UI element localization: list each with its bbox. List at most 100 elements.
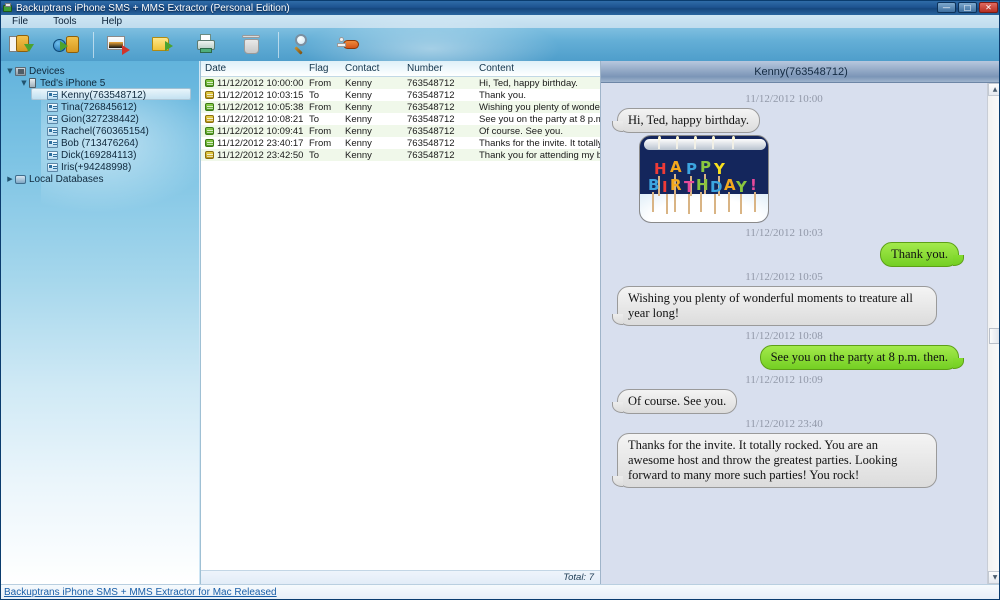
table-row[interactable]: 11/12/2012 10:09:41FromKenny763548712Of … — [201, 125, 600, 137]
table-row[interactable]: 11/12/2012 10:03:15ToKenny763548712Thank… — [201, 89, 600, 101]
outgoing-message-bubble[interactable]: Thank you. — [880, 242, 959, 267]
column-header-content[interactable]: Content — [475, 63, 600, 74]
contact-card-icon — [47, 127, 58, 136]
tree-item-label: Dick(169284113) — [61, 150, 136, 161]
cell-date: 11/12/2012 23:42:50 — [201, 150, 305, 161]
cell-contact: Kenny — [341, 150, 403, 161]
tree-item-label: Gion(327238442) — [61, 114, 139, 125]
local-database-icon — [15, 175, 26, 184]
incoming-message-bubble[interactable]: Hi, Ted, happy birthday. — [617, 108, 760, 133]
tree-item[interactable]: Bob (713476264) — [1, 137, 199, 149]
tree-item[interactable]: Gion(327238442) — [1, 113, 199, 125]
tree-item-label: Iris(+94248998) — [61, 162, 131, 173]
outgoing-message-bubble[interactable]: See you on the party at 8 p.m. then. — [760, 345, 959, 370]
key-tag-icon — [333, 32, 365, 58]
conversation-body[interactable]: 11/12/2012 10:00 Hi, Ted, happy birthday.… — [601, 83, 1000, 584]
incoming-message-bubble[interactable]: Of course. See you. — [617, 389, 737, 414]
close-button[interactable]: ✕ — [979, 2, 998, 13]
tree-item[interactable]: ▼Ted's iPhone 5 — [1, 77, 199, 89]
cell-flag: From — [305, 102, 341, 113]
cake-letter: Y — [714, 162, 725, 177]
scrollbar-thumb[interactable] — [989, 328, 1000, 344]
cake-frosting — [640, 194, 769, 222]
cake-letter: H — [654, 162, 667, 177]
table-row[interactable]: 11/12/2012 10:00:00FromKenny763548712Hi,… — [201, 77, 600, 89]
conversation-header: Kenny(763548712) — [601, 61, 1000, 83]
tree-item[interactable]: Tina(726845612) — [1, 101, 199, 113]
message-timestamp: 11/12/2012 10:05 — [609, 271, 985, 283]
cell-flag: To — [305, 150, 341, 161]
menu-item-help[interactable]: Help — [98, 16, 125, 27]
toolbar — [1, 28, 999, 61]
message-row: See you on the party at 8 p.m. then. — [609, 345, 985, 370]
expander-icon[interactable]: ▼ — [19, 79, 29, 87]
maximize-button[interactable]: □ — [958, 2, 977, 13]
table-row[interactable]: 11/12/2012 23:40:17FromKenny763548712Tha… — [201, 137, 600, 149]
app-database-icon — [3, 3, 13, 13]
close-icon: ✕ — [980, 3, 997, 12]
menu-item-tools[interactable]: Tools — [50, 16, 79, 27]
cell-flag: To — [305, 90, 341, 101]
cell-contact: Kenny — [341, 126, 403, 137]
minimize-button[interactable]: — — [937, 2, 956, 13]
message-row: Hi, Ted, happy birthday. — [609, 108, 985, 133]
column-header-number[interactable]: Number — [403, 63, 475, 74]
table-row[interactable]: 11/12/2012 10:05:38FromKenny763548712Wis… — [201, 101, 600, 113]
cell-content: Thank you for attending my birthday p... — [475, 150, 600, 161]
tree-item[interactable]: ▼Devices — [1, 65, 199, 77]
window-controls: — □ ✕ — [937, 2, 998, 13]
cake-letter: R — [670, 178, 682, 193]
tree-item[interactable]: Iris(+94248998) — [1, 161, 199, 173]
cell-number: 763548712 — [403, 138, 475, 149]
tree-item[interactable]: Dick(169284113) — [1, 149, 199, 161]
register-key-button[interactable] — [327, 28, 371, 61]
expander-icon[interactable]: ▶ — [5, 175, 15, 183]
export-image-button[interactable] — [98, 28, 142, 61]
menu-item-file[interactable]: File — [9, 16, 31, 27]
backup-database-button[interactable] — [1, 28, 45, 61]
cell-date: 11/12/2012 10:00:00 — [201, 78, 305, 89]
mms-top-bar — [644, 139, 766, 150]
promo-link[interactable]: Backuptrans iPhone SMS + MMS Extractor f… — [4, 587, 277, 598]
bottom-status-bar: Backuptrans iPhone SMS + MMS Extractor f… — [1, 584, 999, 599]
search-button[interactable] — [283, 28, 327, 61]
message-timestamp: 11/12/2012 10:00 — [609, 93, 985, 105]
cake-letter: ! — [750, 178, 757, 193]
mms-image-bubble[interactable]: HAPPYBIRTHDAY! — [639, 135, 769, 223]
toolbar-separator-1 — [93, 32, 94, 58]
recycle-bin-button[interactable] — [230, 28, 274, 61]
cell-contact: Kenny — [341, 114, 403, 125]
column-header-flag[interactable]: Flag — [305, 63, 341, 74]
incoming-message-bubble[interactable]: Wishing you plenty of wonderful moments … — [617, 286, 937, 326]
sidebar-tree-panel[interactable]: ▼Devices▼Ted's iPhone 5Kenny(763548712)T… — [1, 61, 199, 584]
tree-item-label: Bob (713476264) — [61, 138, 138, 149]
candle-stick — [674, 192, 676, 212]
column-header-contact[interactable]: Contact — [341, 63, 403, 74]
conversation-scrollbar[interactable]: ▲ ▼ — [987, 83, 1000, 584]
cell-content: Thanks for the invite. It totally rocked… — [475, 138, 600, 149]
cell-contact: Kenny — [341, 90, 403, 101]
scroll-up-icon[interactable]: ▲ — [988, 83, 1000, 96]
table-row[interactable]: 11/12/2012 23:42:50ToKenny763548712Thank… — [201, 149, 600, 161]
message-from-icon — [205, 127, 214, 135]
cell-flag: From — [305, 138, 341, 149]
tree-item[interactable]: Kenny(763548712) — [1, 89, 199, 101]
column-header-date[interactable]: Date — [201, 63, 305, 74]
incoming-message-bubble[interactable]: Thanks for the invite. It totally rocked… — [617, 433, 937, 488]
list-status-bar: Total: 7 — [201, 570, 600, 584]
cell-number: 763548712 — [403, 78, 475, 89]
table-row[interactable]: 11/12/2012 10:08:21ToKenny763548712See y… — [201, 113, 600, 125]
tree-item[interactable]: ▶Local Databases — [1, 173, 199, 185]
cell-date-text: 11/12/2012 23:42:50 — [217, 150, 303, 161]
restore-database-button[interactable] — [45, 28, 89, 61]
export-folder-button[interactable] — [142, 28, 186, 61]
expander-icon[interactable]: ▼ — [5, 67, 15, 75]
cake-letter: A — [724, 178, 736, 193]
message-list-panel: Date Flag Contact Number Content 11/12/2… — [200, 61, 600, 584]
tree-item[interactable]: Rachel(760365154) — [1, 125, 199, 137]
print-button[interactable] — [186, 28, 230, 61]
cell-flag: To — [305, 114, 341, 125]
scroll-down-icon[interactable]: ▼ — [988, 571, 1000, 584]
device-icon — [15, 67, 26, 76]
export-folder-icon — [148, 32, 180, 58]
